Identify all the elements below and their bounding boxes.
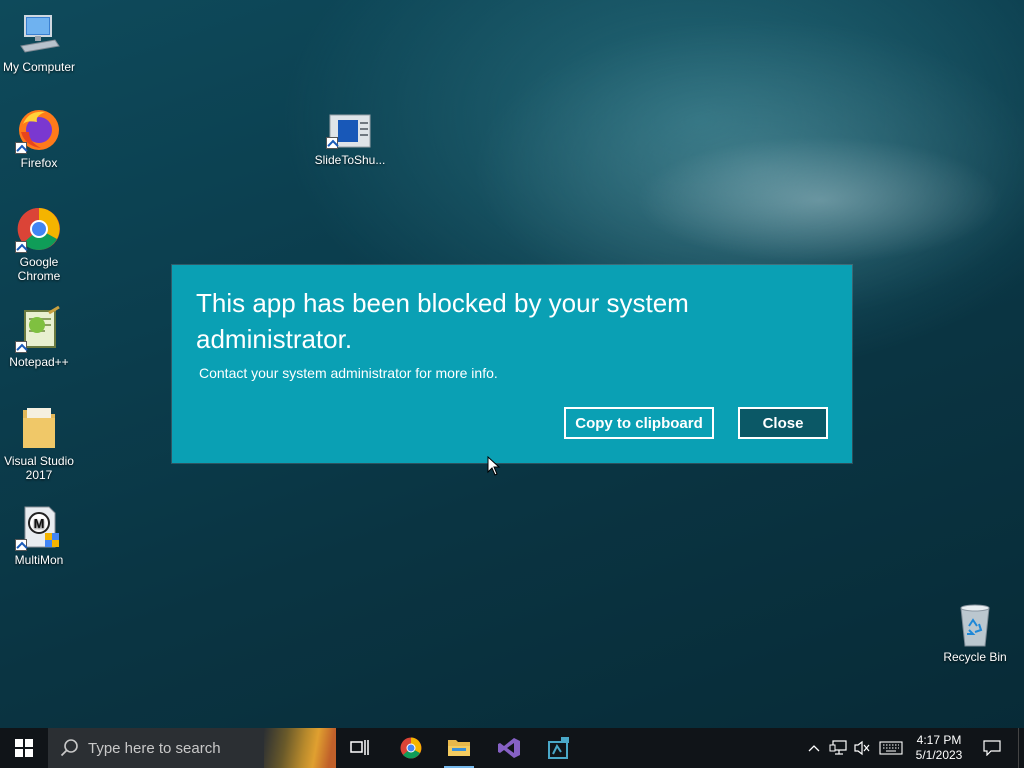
clock-button[interactable]: 4:17 PM 5/1/2023 [908, 728, 970, 768]
taskbar: Type here to search 4:17 PM 5/1/2023 [0, 728, 1024, 768]
shortcut-arrow-icon [15, 142, 27, 154]
chrome-icon [15, 205, 63, 253]
taskbar-app-button[interactable] [536, 728, 580, 768]
start-button[interactable] [0, 728, 48, 768]
taskbar-chrome-button[interactable] [390, 728, 432, 768]
clock-time: 4:17 PM [916, 733, 962, 747]
shortcut-arrow-icon [15, 241, 27, 253]
desktop-icon-label: My Computer [2, 60, 76, 74]
slidetoshutdown-icon [326, 111, 374, 159]
desktop-icon-label: MultiMon [14, 553, 64, 567]
desktop-icon-firefox[interactable]: Firefox [0, 106, 79, 170]
dialog-title: This app has been blocked by your system… [196, 288, 689, 354]
copy-to-clipboard-button[interactable]: Copy to clipboard [564, 407, 714, 439]
keyboard-icon [879, 741, 903, 755]
show-desktop-button[interactable] [1018, 728, 1024, 768]
task-view-icon [350, 740, 369, 755]
chrome-icon [400, 737, 422, 759]
desktop-icon-slidetoshutdown[interactable]: SlideToShu... [310, 111, 390, 167]
shortcut-arrow-icon [15, 341, 27, 353]
desktop-icon-label: Google Chrome [17, 255, 61, 283]
dialog-message: Contact your system administrator for mo… [199, 365, 498, 381]
multimon-icon: M [15, 503, 63, 551]
desktop-icon-multimon[interactable]: M MultiMon [0, 503, 79, 567]
close-button[interactable]: Close [738, 407, 828, 439]
visual-studio-icon [498, 738, 520, 758]
desktop-icon-label: Firefox [20, 156, 58, 170]
network-button[interactable] [826, 728, 850, 768]
app-window-icon [548, 737, 569, 759]
desktop-icon-label: Recycle Bin [943, 650, 1007, 664]
desktop-icon-label: Visual Studio 2017 [4, 454, 74, 482]
desktop-icon-label: Notepad++ [9, 355, 69, 369]
network-icon [829, 740, 847, 755]
show-hidden-icons-button[interactable] [804, 728, 824, 768]
volume-muted-icon [854, 740, 870, 756]
search-icon [60, 739, 78, 757]
action-center-button[interactable] [976, 728, 1008, 768]
svg-text:M: M [34, 516, 45, 531]
desktop-icon-recycle-bin[interactable]: Recycle Bin [935, 600, 1015, 664]
search-highlight-art [264, 728, 336, 768]
computer-icon [15, 10, 63, 58]
desktop-icon-google-chrome[interactable]: Google Chrome [0, 205, 79, 283]
task-view-button[interactable] [340, 728, 380, 768]
notepadpp-icon [15, 305, 63, 353]
taskbar-search-box[interactable]: Type here to search [48, 728, 336, 768]
shortcut-arrow-icon [326, 137, 338, 149]
taskbar-visual-studio-button[interactable] [488, 728, 530, 768]
search-placeholder: Type here to search [88, 739, 221, 757]
desktop-icon-my-computer[interactable]: My Computer [0, 10, 79, 74]
volume-button[interactable] [850, 728, 874, 768]
windows-logo-icon [15, 739, 33, 757]
taskbar-file-explorer-button[interactable] [438, 728, 480, 768]
app-blocked-dialog: This app has been blocked by your system… [172, 265, 852, 463]
folder-icon [448, 740, 470, 756]
chevron-up-icon [808, 745, 820, 752]
clock-date: 5/1/2023 [915, 748, 963, 762]
mouse-cursor-icon [487, 456, 501, 476]
desktop-icon-visual-studio-2017[interactable]: Visual Studio 2017 [0, 404, 79, 482]
recycle-bin-icon [951, 600, 999, 648]
notifications-icon [983, 740, 1001, 756]
desktop-icon-notepadpp[interactable]: Notepad++ [0, 305, 79, 369]
folder-icon [15, 404, 63, 452]
firefox-icon [15, 106, 63, 154]
shortcut-arrow-icon [15, 539, 27, 551]
touch-keyboard-button[interactable] [876, 728, 906, 768]
